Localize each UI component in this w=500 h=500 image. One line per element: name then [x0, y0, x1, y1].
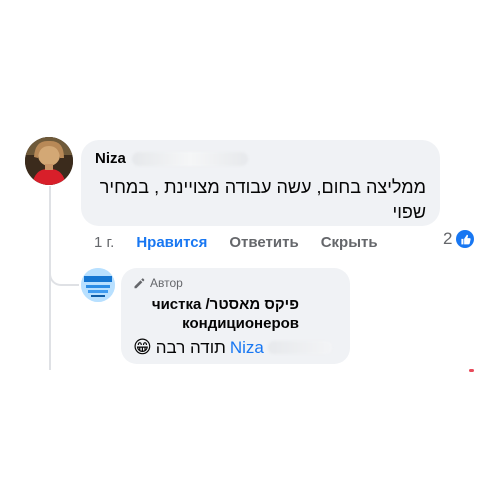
commenter-avatar[interactable] [25, 137, 73, 185]
pencil-icon [134, 278, 145, 289]
comment-actions: 1 г. Нравится Ответить Скрыть [94, 232, 494, 252]
reaction-count: 2 [443, 229, 453, 248]
thumbs-up-icon [456, 230, 475, 248]
reply-text-line: 😁 תודה רבה Niza [133, 337, 338, 358]
reply-button[interactable]: Ответить [229, 234, 298, 251]
reply-text: תודה רבה [155, 337, 226, 357]
reply-connector [49, 250, 79, 286]
author-badge: Автор [133, 276, 338, 290]
reply-author-name[interactable]: פיקס מאסטר/ чистка кондиционеров [133, 295, 299, 333]
mention-link[interactable]: Niza [230, 338, 264, 358]
page-avatar[interactable] [81, 268, 115, 302]
comment-timestamp[interactable]: 1 г. [94, 234, 114, 251]
redacted-author-name [131, 151, 248, 166]
comment-author[interactable]: Niza [95, 150, 426, 167]
author-tag-label: Автор [150, 276, 183, 290]
comment-bubble: Niza ממליצה בחום, עשה עבודה מצויינת , במ… [81, 140, 440, 226]
notification-mark [469, 369, 474, 372]
hide-button[interactable]: Скрыть [321, 234, 378, 251]
comment-author-name[interactable]: Niza [95, 150, 126, 167]
comment-text: ממליצה בחום, עשה עבודה מצויינת , במחיר ש… [99, 177, 426, 222]
reply-bubble: Автор פיקס מאסטר/ чистка кондиционеров 😁… [121, 268, 350, 364]
redacted-mention [267, 341, 332, 354]
like-button[interactable]: Нравится [136, 234, 207, 251]
reaction-summary[interactable]: 2 [443, 229, 475, 249]
grinning-emoji-icon: 😁 [133, 337, 152, 357]
